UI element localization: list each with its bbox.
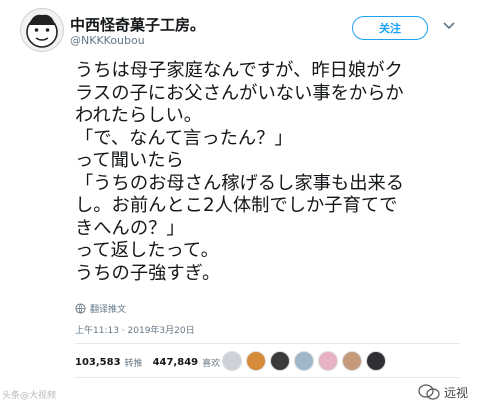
author-display-name[interactable]: 中西怪奇菓子工房。 xyxy=(70,14,205,35)
retweets-label: 转推 xyxy=(124,358,143,369)
tweet-line: ラスの子にお父さんがいない事をからか xyxy=(75,82,404,104)
liker-avatar[interactable] xyxy=(270,351,290,371)
tweet-body: うちは母子家庭なんですが、昨日娘がク ラスの子にお父さんがいない事をからか われ… xyxy=(75,60,460,285)
watermark-right: 远视 xyxy=(418,383,468,401)
watermark-left: 头条@大视频 xyxy=(2,388,56,401)
wechat-icon xyxy=(418,384,440,400)
tweet-line: われたらしい。 xyxy=(75,105,203,126)
likes-count[interactable]: 447,849 xyxy=(153,357,199,368)
watermark-left-text: 头条@大视频 xyxy=(2,391,57,401)
cartoon-face-icon xyxy=(26,14,58,48)
more-options-button[interactable] xyxy=(440,16,458,34)
liker-avatar[interactable] xyxy=(294,351,314,371)
divider xyxy=(75,343,460,344)
watermark-right-text: 远视 xyxy=(444,385,469,400)
translate-tweet-link[interactable]: 翻译推文 xyxy=(75,301,126,315)
tweet-line: 「で、なんて言ったん？」 xyxy=(75,127,293,149)
liker-avatar[interactable] xyxy=(246,351,266,371)
tweet-stats: 103,583 转推 447,849 喜欢 xyxy=(75,353,230,371)
liker-avatars xyxy=(222,351,390,371)
retweets-count[interactable]: 103,583 xyxy=(75,357,121,368)
divider xyxy=(75,377,460,378)
follow-button[interactable]: 关注 xyxy=(352,16,428,40)
liker-avatar[interactable] xyxy=(366,351,386,371)
translate-label: 翻译推文 xyxy=(90,304,127,315)
tweet-line: し。お前んとこ2人体制でしか子育てで xyxy=(75,195,398,216)
liker-avatar[interactable] xyxy=(342,351,362,371)
chevron-down-icon xyxy=(443,22,455,30)
author-handle[interactable]: @NKKKoubou xyxy=(70,34,145,47)
author-avatar[interactable] xyxy=(20,8,64,52)
tweet-line: 「うちのお母さん稼げるし家事も出来る xyxy=(75,172,405,194)
globe-icon xyxy=(75,302,86,314)
liker-avatar[interactable] xyxy=(222,351,242,371)
tweet-line: うちは母子家庭なんですが、昨日娘がク xyxy=(75,60,403,81)
tweet-header: 中西怪奇菓子工房。 @NKKKoubou 关注 xyxy=(20,8,460,52)
likes-label: 喜欢 xyxy=(202,358,221,369)
tweet-line: きへんの？」 xyxy=(75,217,185,239)
tweet-line: って聞いたら xyxy=(75,150,184,171)
tweet-line: って返したって。 xyxy=(75,240,219,261)
tweet-timestamp[interactable]: 上午11:13 · 2019年3月20日 xyxy=(75,323,195,336)
tweet-line: うちの子強すぎ。 xyxy=(75,262,221,284)
liker-avatar[interactable] xyxy=(318,351,338,371)
